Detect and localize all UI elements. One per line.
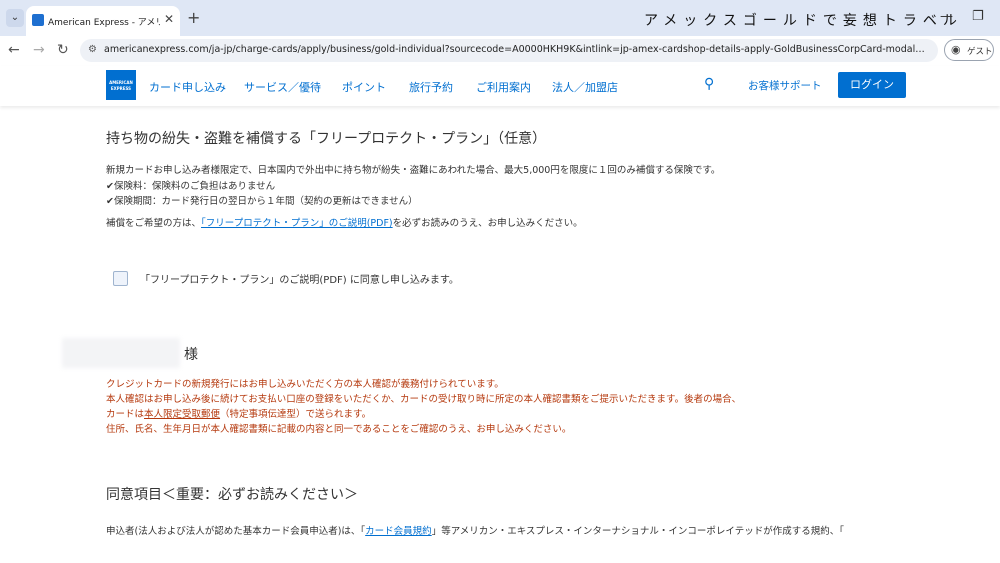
tab-title: American Express - アメリカン・エ <box>48 18 160 28</box>
identity-notice-line1: クレジットカードの新規発行にはお申し込みいただく方の本人確認が義務付けられていま… <box>106 379 504 390</box>
back-arrow-icon[interactable]: ← <box>8 42 20 58</box>
nav-services[interactable]: サービス／優待 <box>244 79 321 95</box>
agreement-text-post: 」等アメリカン・エキスプレス・インターナショナル・インコーポレイテッドが作成する… <box>431 526 844 537</box>
protect-instructions: 補償をご希望の方は、「フリープロテクト・プラン」のご説明(PDF)を必ずお読みの… <box>106 215 583 229</box>
minimize-icon[interactable]: — <box>940 9 953 24</box>
restricted-mail-link[interactable]: 本人限定受取郵便 <box>144 409 220 420</box>
identity-notice-line2: 本人確認はお申し込み後に続けてお支払い口座の登録をいただくか、カードの受け取り時… <box>106 394 742 405</box>
nav-card-apply[interactable]: カード申し込み <box>149 79 226 95</box>
protect-pdf-link[interactable]: 「フリープロテクト・プラン」のご説明(PDF) <box>201 218 393 229</box>
maximize-icon[interactable]: ❐ <box>972 9 984 24</box>
amex-favicon-icon <box>32 14 44 26</box>
identity-line3-pre: カードは <box>106 409 145 420</box>
search-icon[interactable]: ⚲ <box>704 76 714 92</box>
reload-icon[interactable]: ↻ <box>57 42 69 58</box>
agreement-text-pre: 申込者(法人および法人が認めた基本カード会員申込者)は、「 <box>106 526 366 537</box>
protect-plan-checkbox-label[interactable]: 「フリープロテクト・プラン」のご説明(PDF) に同意し申し込みます。 <box>140 271 459 286</box>
protect-fee-line: ✔保険料：保険料のご負担はありません <box>106 181 276 192</box>
url-text[interactable]: americanexpress.com/ja-jp/charge-cards/a… <box>104 44 928 55</box>
site-settings-icon[interactable]: ⚙ <box>88 44 97 55</box>
guest-profile-button[interactable]: ◉ ゲスト <box>944 39 994 61</box>
protect-plan-checkbox[interactable] <box>113 271 128 286</box>
browser-tab[interactable]: American Express - アメリカン・エ ✕ <box>26 6 180 36</box>
tab-close-icon[interactable]: ✕ <box>164 12 174 26</box>
honorific: 様 <box>184 347 198 363</box>
site-header: AMERICAN EXPRESS カード申し込み サービス／優待 ポイント 旅行… <box>0 66 1000 106</box>
protect-instructions-pre: 補償をご希望の方は、 <box>106 218 202 229</box>
logo-line1: AMERICAN <box>109 80 133 85</box>
guest-label: ゲスト <box>967 47 993 57</box>
protect-period-line: ✔保険期間：カード発行日の翌日から１年間（契約の更新はできません） <box>106 196 418 207</box>
identity-notice-line3: カードは本人限定受取郵便（特定事項伝達型）で送られます。 <box>106 406 371 420</box>
protect-desc-line: 新規カードお申し込み者様限定で、日本国内で外出中に持ち物が紛失・盗難にあわれた場… <box>106 165 721 176</box>
browser-tab-strip: ⌄ American Express - アメリカン・エ ✕ + アメックスゴー… <box>0 0 1000 36</box>
member-terms-link[interactable]: カード会員規約 <box>365 526 432 537</box>
nav-travel[interactable]: 旅行予約 <box>409 79 453 95</box>
overlay-title: アメックスゴールドで妄想トラベル <box>644 13 963 29</box>
profile-icon: ◉ <box>951 43 961 56</box>
login-button[interactable]: ログイン <box>838 72 906 98</box>
amex-logo[interactable]: AMERICAN EXPRESS <box>106 70 136 100</box>
identity-line3-post: （特定事項伝達型）で送られます。 <box>220 409 372 420</box>
nav-guide[interactable]: ご利用案内 <box>476 79 531 95</box>
support-link[interactable]: お客様サポート <box>748 78 822 93</box>
logo-line2: EXPRESS <box>110 86 132 91</box>
nav-business[interactable]: 法人／加盟店 <box>552 79 618 95</box>
protect-instructions-post: を必ずお読みのうえ、お申し込みください。 <box>392 218 583 229</box>
agreement-text: 申込者(法人および法人が認めた基本カード会員申込者)は、「カード会員規約」等アメ… <box>106 523 844 537</box>
identity-notice-line4: 住所、氏名、生年月日が本人確認書類に記載の内容と同一であることをご確認のうえ、お… <box>106 424 572 435</box>
applicant-name-redacted <box>62 338 180 368</box>
agreement-title: 同意項目＜重要：必ずお読みください＞ <box>106 487 358 503</box>
browser-toolbar: ← → ↻ ⚙ americanexpress.com/ja-jp/charge… <box>0 36 1000 67</box>
protect-plan-title: 持ち物の紛失・盗難を補償する「フリープロテクト・プラン」（任意） <box>106 131 547 147</box>
address-bar[interactable]: ⚙ americanexpress.com/ja-jp/charge-cards… <box>80 39 938 62</box>
forward-arrow-icon[interactable]: → <box>33 42 45 58</box>
new-tab-plus-icon[interactable]: + <box>187 8 200 27</box>
nav-points[interactable]: ポイント <box>342 79 386 95</box>
tab-list-chevron-icon[interactable]: ⌄ <box>6 9 24 27</box>
